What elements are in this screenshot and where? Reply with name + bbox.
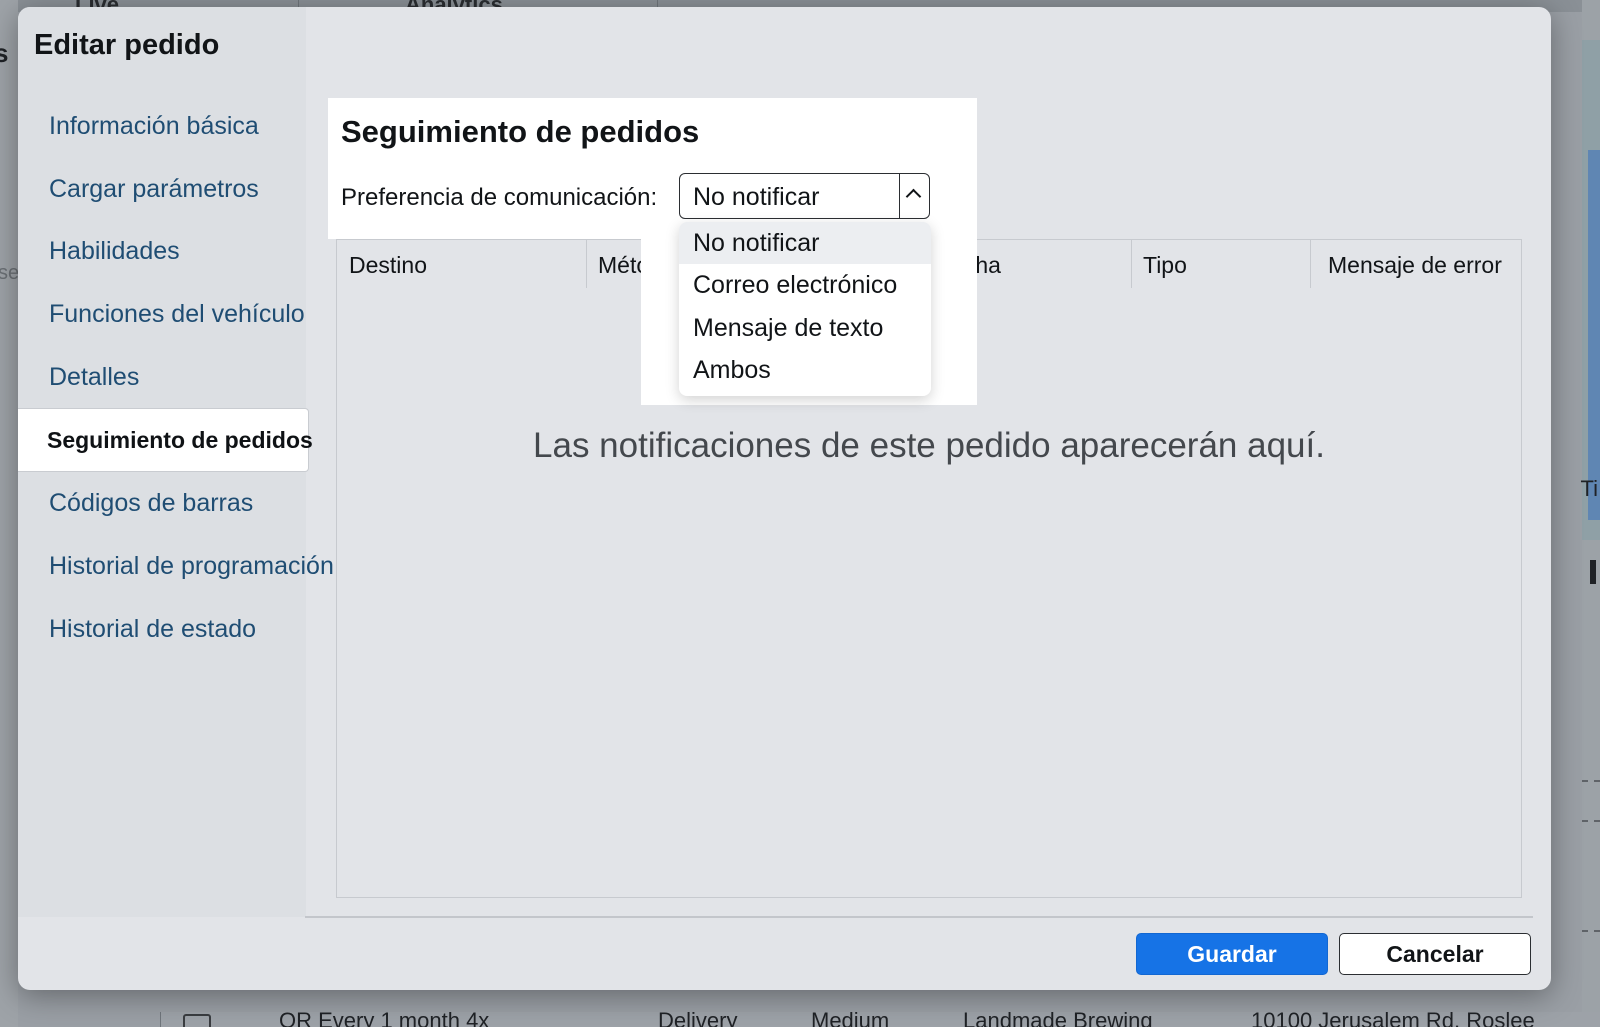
background-cell: Landmade Brewing [963,1008,1153,1027]
sidebar-item-seguimiento-pedidos[interactable]: Seguimiento de pedidos [18,409,313,471]
sidebar-item-detalles[interactable]: Detalles [18,346,306,408]
communication-preference-label: Preferencia de comunicación: [341,184,658,211]
modal-sidebar: Editar pedido Información básica Cargar … [18,7,334,917]
column-header-mensaje-error[interactable]: Mensaje de error [1328,240,1502,290]
background-right-divider [1582,780,1600,782]
sidebar-item-cargar-parametros[interactable]: Cargar parámetros [18,158,306,220]
edit-order-modal: Editar pedido Información básica Cargar … [18,7,1551,990]
sidebar-item-historial-programacion[interactable]: Historial de programación [18,535,334,597]
column-divider[interactable] [1131,240,1132,288]
sidebar-item-informacion-basica[interactable]: Información básica [18,95,306,157]
background-cell: OR Every 1 month 4x [279,1008,490,1027]
column-divider[interactable] [1310,240,1311,288]
section-title: Seguimiento de pedidos [341,114,700,149]
dropdown-option-ambos[interactable]: Ambos [679,349,931,391]
background-right-mark [1590,560,1596,584]
select-toggle[interactable] [899,174,929,218]
background-row-checkbox [183,1014,211,1027]
background-map-water [1588,150,1600,520]
column-divider[interactable] [586,240,587,288]
background-cell: Medium [811,1008,890,1027]
footer-divider [305,916,1533,918]
order-tracking-header: Seguimiento de pedidos Preferencia de co… [328,98,977,239]
background-cell: 10100 Jerusalem Rd, Roslee [1251,1008,1535,1027]
dropdown-option-correo-electronico[interactable]: Correo electrónico [679,264,931,306]
background-right-text: Ti [1580,476,1598,501]
background-left-glyph: se [0,262,20,284]
background-right-divider [1582,820,1600,822]
communication-preference-select[interactable]: No notificar [679,173,930,219]
background-left-strip: s ı se [0,0,20,1027]
sidebar-item-habilidades[interactable]: Habilidades [18,220,306,282]
empty-state-message: Las notificaciones de este pedido aparec… [533,426,1325,465]
sidebar-item-codigos-barras[interactable]: Códigos de barras [18,472,306,534]
background-right-strip: Ti [1580,0,1600,1027]
column-header-destino[interactable]: Destino [349,240,427,290]
dropdown-option-mensaje-texto[interactable]: Mensaje de texto [679,307,931,349]
cancel-button[interactable]: Cancelar [1339,933,1531,975]
chevron-up-icon [905,188,922,205]
background-left-glyph: s [0,38,9,68]
background-left-glyph: ı [0,78,1,109]
background-right-divider [1582,930,1600,932]
modal-content: Seguimiento de pedidos Preferencia de co… [306,7,1551,917]
communication-preference-dropdown: No notificar Correo electrónico Mensaje … [679,222,931,396]
background-table-row: OR Every 1 month 4x Delivery Medium Land… [160,1008,1600,1027]
column-header-tipo[interactable]: Tipo [1143,240,1187,290]
sidebar-item-historial-estado[interactable]: Historial de estado [18,598,306,660]
select-current-value: No notificar [693,183,820,211]
sidebar-item-funciones-vehiculo[interactable]: Funciones del vehículo [18,283,306,345]
modal-title: Editar pedido [34,29,220,61]
background-cell: Delivery [658,1008,738,1027]
save-button[interactable]: Guardar [1136,933,1328,975]
dropdown-option-no-notificar[interactable]: No notificar [679,222,931,264]
